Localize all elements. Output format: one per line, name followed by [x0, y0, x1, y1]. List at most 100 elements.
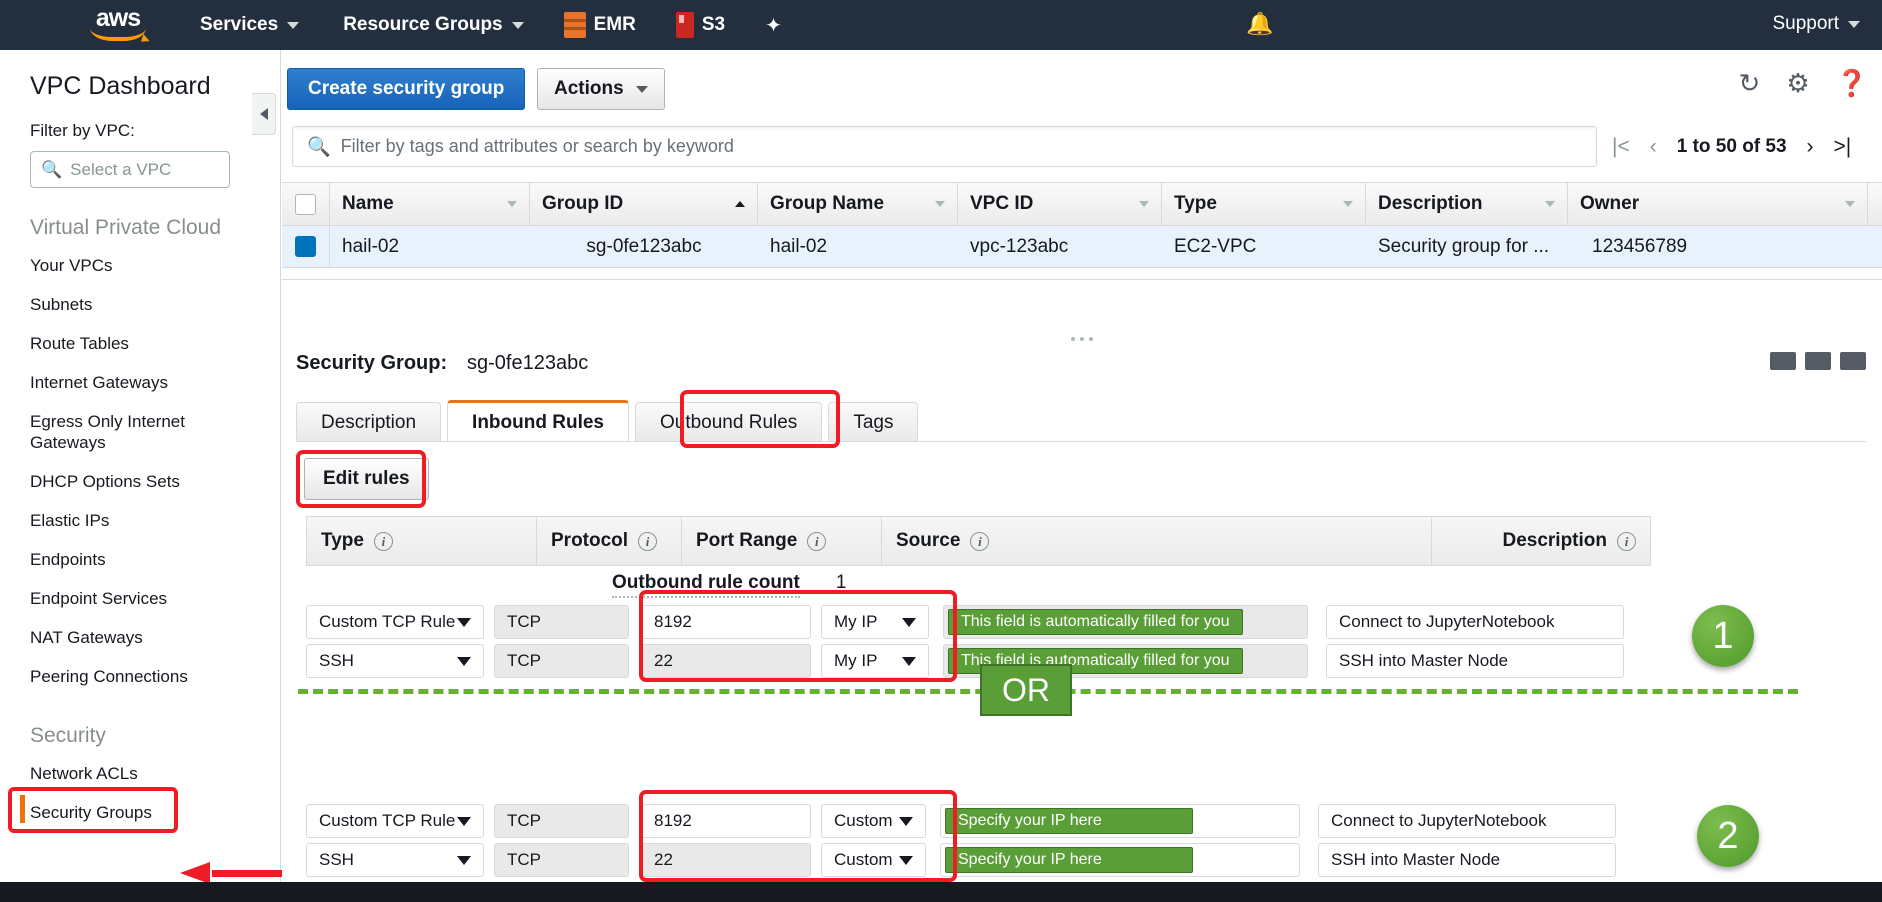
rule-port-range-field[interactable]: 22 [641, 644, 811, 678]
sidebar-section-security-heading: Security [30, 724, 106, 747]
sidebar-item-elastic-ips[interactable]: Elastic IPs [30, 501, 225, 540]
tab-outbound-rules[interactable]: Outbound Rules [634, 402, 823, 442]
info-icon[interactable]: i [1617, 531, 1636, 551]
panel-layout-bottom-icon[interactable] [1770, 352, 1796, 370]
rule-source-mode-select[interactable]: My IP [821, 605, 929, 639]
chevron-down-icon [511, 21, 524, 29]
sidebar-item-nat-gateways[interactable]: NAT Gateways [30, 618, 225, 657]
aws-logo[interactable]: aws [80, 6, 156, 43]
nav-shortcut-emr-label: EMR [593, 14, 636, 35]
gear-icon[interactable]: ⚙ [1786, 70, 1809, 96]
sidebar-item-route-tables[interactable]: Route Tables [30, 324, 225, 363]
sidebar-collapse-button[interactable] [252, 93, 276, 135]
rule-source-mode-select[interactable]: Custom [821, 843, 926, 877]
annotation-badge-1: 1 [1692, 605, 1754, 667]
pin-icon[interactable]: ✦ [765, 13, 782, 38]
rule-source-field[interactable]: Specify your IP here [940, 804, 1300, 838]
panel-layout-split-icon[interactable] [1805, 352, 1831, 370]
select-all-checkbox[interactable] [295, 193, 316, 215]
help-icon[interactable]: ❓ [1836, 70, 1868, 96]
chevron-down-icon [935, 201, 945, 207]
rule-description-field[interactable]: Connect to JupyterNotebook [1318, 804, 1616, 838]
select-all-cell[interactable] [282, 183, 330, 225]
row-select-cell[interactable] [282, 226, 330, 267]
rule-port-range-field[interactable]: 8192 [641, 605, 811, 639]
create-security-group-button[interactable]: Create security group [287, 68, 526, 110]
column-header-group-name[interactable]: Group Name [758, 183, 958, 225]
nav-services[interactable]: Services [200, 14, 300, 36]
rule-type-select[interactable]: SSH [306, 644, 484, 678]
rules-column-type: Type i [307, 517, 537, 565]
edit-rules-button[interactable]: Edit rules [304, 458, 429, 500]
pagination-last-button[interactable]: >| [1834, 135, 1852, 159]
pagination-first-button[interactable]: |< [1612, 135, 1630, 159]
sidebar-item-peering-connections[interactable]: Peering Connections [30, 657, 225, 696]
info-icon[interactable]: i [970, 531, 990, 551]
rule-description-field[interactable]: Connect to JupyterNotebook [1326, 605, 1624, 639]
sidebar-item-security-groups[interactable]: Security Groups [30, 793, 225, 832]
rules-column-type-label: Type [321, 530, 364, 551]
row-checkbox[interactable] [295, 236, 316, 257]
column-header-group-id[interactable]: Group ID [530, 183, 758, 225]
column-header-owner[interactable]: Owner [1568, 183, 1868, 225]
chevron-down-icon [1845, 201, 1855, 207]
sidebar-item-your-vpcs[interactable]: Your VPCs [30, 246, 225, 285]
tab-tags[interactable]: Tags [828, 402, 919, 442]
rule-type-select[interactable]: SSH [306, 843, 484, 877]
cell-group-name: hail-02 [770, 235, 828, 257]
search-icon: 🔍 [307, 136, 331, 158]
rule-source-field[interactable]: This field is automatically filled for y… [943, 605, 1308, 639]
rule-type-value: SSH [319, 850, 354, 869]
rule-source-field[interactable]: Specify your IP here [940, 843, 1300, 877]
nav-resource-groups[interactable]: Resource Groups [343, 14, 524, 36]
column-header-description[interactable]: Description [1366, 183, 1568, 225]
rule-description-field[interactable]: SSH into Master Node [1326, 644, 1624, 678]
rule-type-select[interactable]: Custom TCP Rule [306, 605, 484, 639]
nav-shortcut-s3[interactable]: S3 [675, 12, 725, 38]
refresh-icon[interactable]: ↻ [1739, 70, 1761, 96]
sidebar-item-internet-gateways[interactable]: Internet Gateways [30, 363, 225, 402]
table-row-partial[interactable] [282, 268, 1882, 280]
sidebar-item-subnets[interactable]: Subnets [30, 285, 225, 324]
panel-splitter[interactable] [282, 332, 1882, 346]
rules-column-description-label: Description [1502, 530, 1607, 551]
sidebar-item-dhcp-options-sets[interactable]: DHCP Options Sets [30, 462, 225, 501]
nav-shortcut-emr[interactable]: EMR [563, 12, 636, 38]
rule-type-select[interactable]: Custom TCP Rule [306, 804, 484, 838]
column-header-description-label: Description [1378, 193, 1483, 214]
sidebar-item-network-acls[interactable]: Network ACLs [30, 754, 225, 793]
sidebar-item-egress-only-internet-gateways[interactable]: Egress Only Internet Gateways [30, 402, 225, 462]
column-header-type[interactable]: Type [1162, 183, 1366, 225]
sidebar-item-endpoints[interactable]: Endpoints [30, 540, 225, 579]
pagination-range-text: 1 to 50 of 53 [1676, 135, 1787, 157]
rules-column-protocol: Protocol i [537, 517, 682, 565]
actions-button[interactable]: Actions [537, 68, 665, 110]
rule-port-range-field[interactable]: 8192 [641, 804, 811, 838]
info-icon[interactable]: i [807, 531, 827, 551]
sidebar-item-endpoint-services[interactable]: Endpoint Services [30, 579, 225, 618]
pagination-next-button[interactable]: › [1807, 135, 1814, 159]
rule-source-mode-select[interactable]: Custom [821, 804, 926, 838]
panel-layout-full-icon[interactable] [1840, 352, 1866, 370]
annotation-source-note: This field is automatically filled for y… [948, 609, 1243, 635]
nav-support[interactable]: Support [1772, 13, 1860, 35]
aws-logo-smile-icon [90, 28, 146, 41]
rule-source-mode-select[interactable]: My IP [821, 644, 929, 678]
tab-description[interactable]: Description [296, 402, 442, 442]
table-row[interactable]: hail-02 sg-0fe123abc hail-02 vpc-123abc … [282, 226, 1882, 268]
tab-inbound-rules[interactable]: Inbound Rules [447, 400, 629, 442]
rule-source-mode-value: My IP [834, 612, 878, 631]
rule-description-field[interactable]: SSH into Master Node [1318, 843, 1616, 877]
info-icon[interactable]: i [373, 531, 393, 551]
search-input[interactable]: 🔍 Filter by tags and attributes or searc… [292, 126, 1597, 167]
info-icon[interactable]: i [638, 531, 658, 551]
column-header-vpc-id[interactable]: VPC ID [958, 183, 1162, 225]
pagination: |< ‹ 1 to 50 of 53 › >| [1612, 126, 1851, 167]
rule-port-range-field[interactable]: 22 [641, 843, 811, 877]
nav-resource-groups-label: Resource Groups [343, 14, 503, 35]
sidebar-item-security-groups-wrapper: Security Groups [0, 787, 280, 833]
bell-icon[interactable]: 🔔 [1246, 11, 1273, 37]
vpc-select-input[interactable]: 🔍 Select a VPC [30, 151, 230, 188]
column-header-name[interactable]: Name [330, 183, 530, 225]
pagination-prev-button[interactable]: ‹ [1650, 135, 1657, 159]
